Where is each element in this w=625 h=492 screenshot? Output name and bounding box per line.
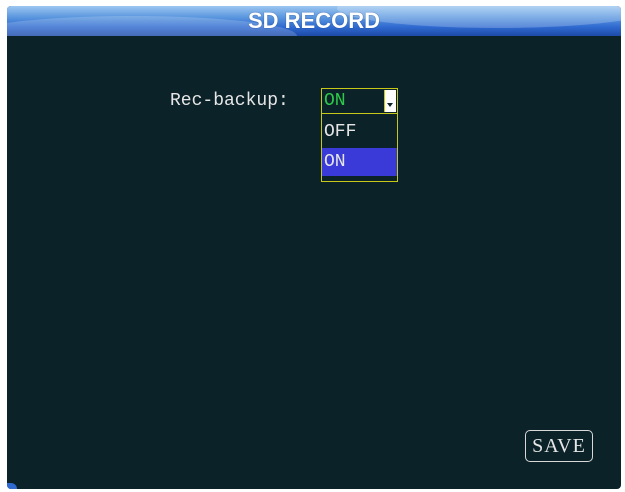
rec-backup-select[interactable]: ON (321, 88, 398, 114)
title-bar: SD RECORD (7, 6, 621, 36)
page-title: SD RECORD (247, 8, 380, 33)
rec-backup-label: Rec-backup: (170, 91, 289, 111)
rec-backup-dropdown-list: OFF ON (321, 113, 398, 182)
dvr-screen: SD RECORD Rec-backup: ON OFF ON SAVE (7, 6, 621, 489)
option-off[interactable]: OFF (322, 118, 397, 146)
rec-backup-selected-value: ON (324, 91, 346, 111)
save-button[interactable]: SAVE (525, 430, 593, 462)
chevron-down-icon[interactable] (384, 90, 396, 112)
corner-decoration (7, 483, 17, 489)
option-on[interactable]: ON (322, 148, 397, 176)
